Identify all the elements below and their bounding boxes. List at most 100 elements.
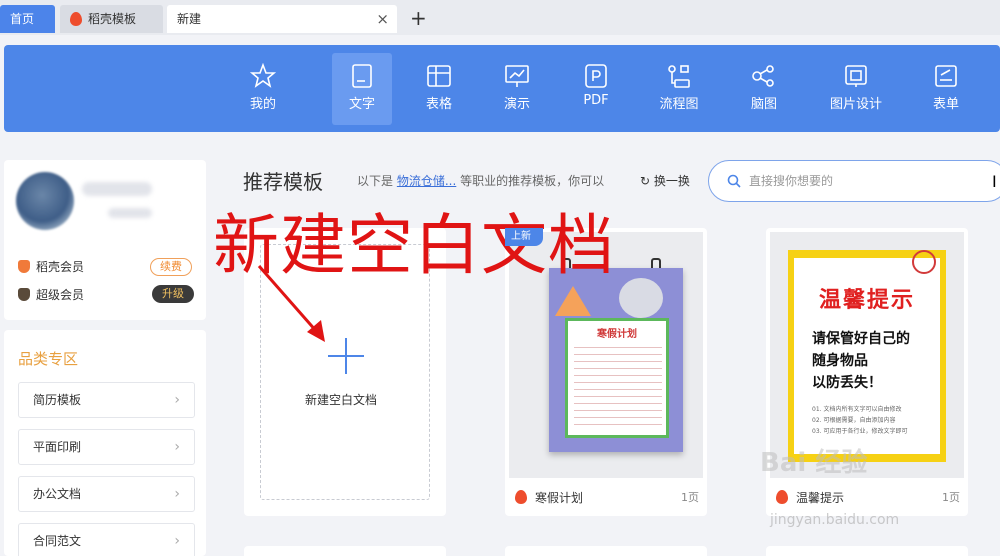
table-icon [427, 65, 451, 87]
tool-form[interactable]: 表单 [916, 53, 976, 125]
avatar[interactable] [16, 172, 74, 230]
refresh-button[interactable]: ↻ 换一换 [640, 172, 690, 189]
recommend-subtitle: 以下是 物流仓储... 等职业的推荐模板，你可以 [357, 172, 604, 189]
mindmap-icon [752, 65, 774, 87]
presentation-icon [505, 65, 529, 87]
watermark-logo: Bai 经验 [760, 448, 868, 478]
tab-daoke-templates[interactable]: 稻壳模板 [60, 5, 163, 33]
search-icon [727, 174, 741, 188]
template-name: 寒假计划 [535, 491, 584, 505]
document-icon [352, 64, 372, 88]
tool-mine[interactable]: 我的 [233, 53, 293, 125]
tab-new[interactable]: 新建 × [167, 5, 397, 33]
poster-line: 请保管好自己的 [812, 331, 910, 347]
tab-bar: 首页 稻壳模板 新建 × + [0, 0, 1000, 35]
poster-footnotes: 01. 文档内所有文字可以自由修改 02. 可根据需要，自由添加内容 03. 可… [812, 404, 907, 437]
tool-label: 表单 [932, 97, 959, 112]
image-design-icon [845, 65, 867, 87]
super-member-row: 超级会员 [18, 286, 84, 303]
renew-button[interactable]: 续费 [150, 258, 192, 276]
page-title: 推荐模板 [243, 170, 323, 194]
tool-spreadsheet[interactable]: 表格 [409, 53, 469, 125]
upgrade-button[interactable]: 升级 [152, 285, 194, 303]
flowchart-icon [668, 65, 690, 88]
poster-winter-plan: 寒假计划 [549, 268, 683, 452]
refresh-label: 换一换 [653, 174, 690, 188]
tool-label: 脑图 [750, 97, 777, 112]
tool-label: 表格 [425, 97, 452, 112]
poster-line: 以防丢失！ [812, 375, 882, 391]
category-item-label: 合同范文 [33, 534, 82, 548]
close-icon[interactable]: × [376, 5, 389, 33]
subtitle-prefix: 以下是 [357, 174, 394, 188]
new-badge: 上新 [505, 228, 543, 246]
template-card-partial[interactable] [244, 546, 446, 556]
plus-icon-vertical [345, 338, 347, 374]
category-panel: 品类专区 简历模板 › 平面印刷 › 办公文档 › 合同范文 › [4, 330, 206, 556]
category-item-resume[interactable]: 简历模板 › [18, 382, 195, 418]
chevron-right-icon: › [174, 533, 180, 549]
star-icon [250, 63, 276, 88]
category-item-label: 平面印刷 [33, 440, 82, 454]
star-decoration-icon [555, 286, 591, 316]
tool-flowchart[interactable]: 流程图 [649, 53, 709, 125]
annotation-arrow-icon [257, 265, 325, 342]
poster-footnote: 03. 可应用于各行业，修改文字即可 [812, 428, 908, 435]
tool-label: PDF [583, 93, 609, 108]
daoke-member-row: 稻壳会员 [18, 258, 84, 275]
username-blurred [82, 182, 152, 196]
category-item-contract[interactable]: 合同范文 › [18, 523, 195, 556]
daoke-member-icon [18, 260, 30, 273]
chevron-right-icon: › [174, 439, 180, 455]
watermark-url: jingyan.baidu.com [770, 512, 900, 528]
tool-mindmap[interactable]: 脑图 [734, 53, 794, 125]
daoke-flame-icon [776, 490, 788, 504]
search-input[interactable] [749, 171, 989, 191]
poster-footnote: 02. 可根据需要，自由添加内容 [812, 417, 896, 424]
search-box [708, 160, 1000, 202]
profession-link[interactable]: 物流仓储... [397, 174, 456, 188]
document-type-toolbar: 我的 文字 表格 演示 PDF 流程图 脑图 图片设计 表单 [4, 45, 1000, 132]
tab-home[interactable]: 首页 [0, 5, 55, 33]
poster-inner: 温馨提示 请保管好自己的 随身物品 以防丢失！ 01. 文档内所有文字可以自由修… [794, 250, 940, 454]
tool-text[interactable]: 文字 [332, 53, 392, 125]
tool-label: 演示 [503, 97, 530, 112]
text-cursor-icon: I [992, 172, 997, 191]
poster-warm-tips: 温馨提示 请保管好自己的 随身物品 以防丢失！ 01. 文档内所有文字可以自由修… [788, 250, 946, 462]
tool-presentation[interactable]: 演示 [487, 53, 547, 125]
template-card-partial[interactable] [505, 546, 707, 556]
pdf-icon [585, 64, 607, 88]
chevron-right-icon: › [174, 486, 180, 502]
super-member-label: 超级会员 [36, 288, 85, 302]
daoke-flame-icon [70, 12, 82, 26]
category-item-label: 办公文档 [33, 487, 82, 501]
mouse-illustration-icon [619, 278, 663, 318]
category-item-print[interactable]: 平面印刷 › [18, 429, 195, 465]
template-pages: 1页 [681, 491, 699, 504]
tab-daoke-label: 稻壳模板 [88, 12, 137, 26]
subtitle-suffix: 等职业的推荐模板，你可以 [460, 174, 605, 188]
daoke-member-label: 稻壳会员 [36, 260, 85, 274]
poster-rows [574, 341, 662, 425]
poster-body: 请保管好自己的 随身物品 以防丢失！ [812, 328, 910, 394]
tool-image-design[interactable]: 图片设计 [826, 53, 886, 125]
user-info-blurred [108, 208, 152, 218]
add-tab-button[interactable]: + [410, 5, 427, 31]
form-icon [935, 65, 957, 87]
poster-footnote: 01. 文档内所有文字可以自由修改 [812, 406, 902, 413]
circle-decoration-icon [912, 250, 936, 274]
poster-title: 温馨提示 [818, 288, 915, 313]
category-item-office[interactable]: 办公文档 › [18, 476, 195, 512]
tool-pdf[interactable]: PDF [566, 53, 626, 125]
tab-new-label: 新建 [177, 12, 202, 26]
tool-label: 文字 [348, 97, 375, 112]
tool-label: 图片设计 [829, 97, 882, 112]
template-card-partial[interactable] [766, 546, 968, 556]
category-item-label: 简历模板 [33, 393, 82, 407]
category-title: 品类专区 [18, 350, 79, 368]
tool-label: 我的 [249, 97, 276, 112]
refresh-icon: ↻ [640, 174, 651, 188]
poster-line: 随身物品 [812, 353, 868, 369]
template-name: 温馨提示 [796, 491, 845, 505]
daoke-flame-icon [515, 490, 527, 504]
